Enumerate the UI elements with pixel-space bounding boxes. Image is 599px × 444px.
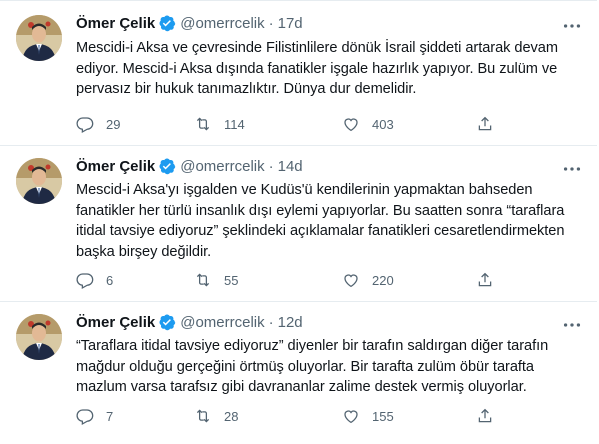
- like-icon: [344, 410, 358, 424]
- retweet-button[interactable]: 28: [194, 406, 238, 426]
- author-handle[interactable]: @omerrcelik: [180, 158, 264, 175]
- reply-button[interactable]: 7: [76, 406, 113, 426]
- verified-badge-icon: [158, 157, 176, 175]
- reply-icon: [76, 117, 94, 133]
- retweet-icon: [196, 409, 210, 423]
- reply-button[interactable]: 6: [76, 270, 113, 290]
- verified-badge-icon: [158, 313, 176, 331]
- tweet[interactable]: Ömer Çelik @omerrcelik · 17d Mescidi-i A…: [0, 0, 597, 146]
- share-button[interactable]: [476, 406, 494, 426]
- retweet-button[interactable]: 114: [194, 114, 245, 134]
- tweet-text: Mescid-i Aksa'yı işgalden ve Kudüs'ü ken…: [76, 182, 565, 260]
- author-handle[interactable]: @omerrcelik: [180, 15, 264, 32]
- timestamp[interactable]: 14d: [278, 158, 303, 175]
- retweet-icon: [196, 273, 210, 287]
- retweet-count: 28: [224, 408, 239, 424]
- separator-dot: ·: [268, 14, 274, 32]
- tweet-header: Ömer Çelik @omerrcelik · 14d: [76, 156, 303, 176]
- like-button[interactable]: 220: [342, 270, 394, 290]
- avatar[interactable]: [16, 15, 62, 61]
- retweet-count: 55: [224, 272, 239, 288]
- share-icon: [478, 116, 492, 131]
- tweet-text: “Taraflara itidal tavsiye ediyoruz” diye…: [76, 338, 549, 395]
- author-name[interactable]: Ömer Çelik: [76, 314, 155, 331]
- reply-button[interactable]: 29: [76, 114, 120, 134]
- timestamp[interactable]: 12d: [278, 314, 303, 331]
- share-button[interactable]: [476, 114, 494, 134]
- reply-count: 29: [106, 116, 121, 132]
- retweet-count: 114: [224, 116, 245, 132]
- timestamp[interactable]: 17d: [278, 15, 303, 32]
- reply-icon: [76, 273, 94, 289]
- retweet-button[interactable]: 55: [194, 270, 238, 290]
- author-name[interactable]: Ömer Çelik: [76, 158, 155, 175]
- like-button[interactable]: 155: [342, 406, 394, 426]
- separator-dot: ·: [268, 157, 274, 175]
- tweet-text: Mescidi-i Aksa ve çevresinde Filistinlil…: [76, 40, 558, 97]
- like-count: 155: [372, 408, 394, 424]
- like-button[interactable]: 403: [342, 114, 394, 134]
- retweet-icon: [196, 117, 210, 131]
- tweet-header: Ömer Çelik @omerrcelik · 12d: [76, 312, 303, 332]
- more-options-icon[interactable]: [561, 314, 583, 336]
- tweet-actions: 7 28 155: [76, 406, 506, 426]
- more-options-icon[interactable]: [561, 15, 583, 37]
- tweet-actions: 29 114 403: [76, 114, 506, 134]
- like-icon: [344, 118, 358, 132]
- like-icon: [344, 274, 358, 288]
- tweet-actions: 6 55 220: [76, 270, 506, 290]
- avatar[interactable]: [16, 158, 62, 204]
- tweet[interactable]: Ömer Çelik @omerrcelik · 12d “Taraflara …: [0, 302, 597, 443]
- like-count: 403: [372, 116, 394, 132]
- verified-badge-icon: [158, 14, 176, 32]
- tweet[interactable]: Ömer Çelik @omerrcelik · 14d Mescid-i Ak…: [0, 146, 597, 302]
- tweet-feed: Ömer Çelik @omerrcelik · 17d Mescidi-i A…: [0, 0, 599, 444]
- reply-count: 6: [106, 272, 114, 288]
- reply-icon: [76, 409, 94, 425]
- reply-count: 7: [106, 408, 114, 424]
- tweet-header: Ömer Çelik @omerrcelik · 17d: [76, 13, 303, 33]
- separator-dot: ·: [268, 313, 274, 331]
- share-icon: [478, 272, 492, 287]
- like-count: 220: [372, 272, 394, 288]
- author-handle[interactable]: @omerrcelik: [180, 314, 264, 331]
- share-icon: [478, 408, 492, 423]
- avatar[interactable]: [16, 314, 62, 360]
- author-name[interactable]: Ömer Çelik: [76, 15, 155, 32]
- share-button[interactable]: [476, 270, 494, 290]
- more-options-icon[interactable]: [561, 158, 583, 180]
